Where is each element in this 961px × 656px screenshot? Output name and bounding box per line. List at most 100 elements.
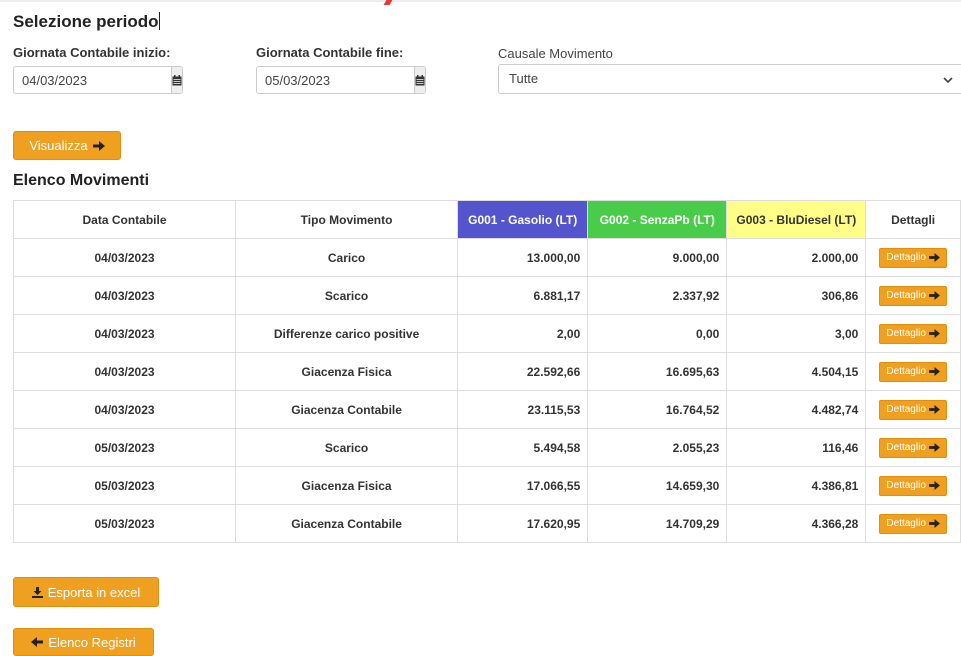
table-row: 04/03/2023 Giacenza Fisica 22.592,66 16.695… (12, 352, 961, 391)
cell-g002: 9.000,00 (587, 238, 728, 277)
elenco-registri-label: Elenco Registri (48, 634, 136, 650)
cell-dettagli: Dettaglio (865, 466, 961, 505)
cell-g002: 16.764,52 (587, 390, 728, 429)
cell-tipo: Giacenza Contabile (235, 504, 459, 543)
dettaglio-label: Dettaglio (886, 518, 926, 529)
calendar-icon (415, 74, 425, 85)
cell-g003: 306,86 (726, 276, 867, 315)
cell-g001: 13.000,00 (457, 238, 589, 277)
cell-tipo: Giacenza Fisica (235, 352, 459, 391)
table-row: 04/03/2023 Differenze carico positive 2,00… (12, 314, 961, 353)
dettaglio-label: Dettaglio (886, 252, 926, 263)
cell-dettagli: Dettaglio (865, 390, 961, 429)
cell-g003: 4.504,15 (726, 352, 867, 391)
dettaglio-label: Dettaglio (886, 366, 926, 377)
cell-data: 05/03/2023 (12, 504, 237, 543)
cell-g002: 2.055,23 (587, 428, 728, 467)
export-excel-label: Esporta in excel (47, 584, 141, 600)
causale-select[interactable]: Tutte (498, 64, 961, 94)
cell-tipo: Scarico (235, 428, 459, 467)
cell-dettagli: Dettaglio (865, 314, 961, 353)
dettaglio-button[interactable]: Dettaglio (879, 361, 947, 382)
table-body: 04/03/2023 Carico 13.000,00 9.000,00 2.000,0… (12, 238, 961, 543)
dettaglio-label: Dettaglio (886, 290, 926, 301)
dettaglio-label: Dettaglio (886, 480, 926, 491)
cell-dettagli: Dettaglio (865, 428, 961, 467)
arrow-left-icon (31, 637, 44, 647)
cell-g001: 22.592,66 (457, 352, 589, 391)
top-accent-mark (383, 0, 393, 5)
table-row: 04/03/2023 Giacenza Contabile 23.115,53 16.… (12, 390, 961, 429)
start-date-input[interactable] (14, 67, 171, 93)
cell-g002: 14.659,30 (587, 466, 728, 505)
elenco-registri-button[interactable]: Elenco Registri (13, 628, 154, 656)
dettaglio-button[interactable]: Dettaglio (879, 475, 947, 496)
col-header-tipo: Tipo Movimento (235, 200, 459, 239)
cell-data: 05/03/2023 (12, 428, 237, 467)
col-header-data: Data Contabile (12, 200, 237, 239)
table-row: 04/03/2023 Carico 13.000,00 9.000,00 2.000,0… (12, 238, 961, 277)
dettaglio-label: Dettaglio (886, 328, 926, 339)
table-header-row: Data Contabile Tipo Movimento G001 - Gas… (12, 200, 961, 239)
calendar-icon (172, 74, 182, 85)
visualizza-button[interactable]: Visualizza (13, 131, 121, 160)
dettaglio-label: Dettaglio (886, 404, 926, 415)
arrow-right-icon (928, 519, 940, 528)
end-date-label: Giornata Contabile fine: (256, 45, 404, 60)
start-date-label: Giornata Contabile inizio: (13, 45, 171, 60)
list-title: Elenco Movimenti (13, 172, 150, 189)
cell-g002: 0,00 (587, 314, 728, 353)
cell-data: 05/03/2023 (12, 466, 237, 505)
col-header-g002: G002 - SenzaPb (LT) (587, 200, 728, 239)
cell-dettagli: Dettaglio (865, 276, 961, 315)
table-row: 04/03/2023 Scarico 6.881,17 2.337,92 306,86 D… (12, 276, 961, 315)
table-row: 05/03/2023 Giacenza Contabile 17.620,95 14.… (12, 504, 961, 543)
cell-g001: 17.066,55 (457, 466, 589, 505)
cell-g001: 6.881,17 (457, 276, 589, 315)
dettaglio-button[interactable]: Dettaglio (879, 323, 947, 344)
dettaglio-button[interactable]: Dettaglio (879, 285, 947, 306)
cell-tipo: Differenze carico positive (235, 314, 459, 353)
cell-tipo: Scarico (235, 276, 459, 315)
cell-g003: 4.366,28 (726, 504, 867, 543)
dettaglio-button[interactable]: Dettaglio (879, 437, 947, 458)
col-header-g003: G003 - BluDiesel (LT) (726, 200, 867, 239)
cell-data: 04/03/2023 (12, 238, 237, 277)
cell-data: 04/03/2023 (12, 276, 237, 315)
cell-tipo: Giacenza Contabile (235, 390, 459, 429)
movements-table: Data Contabile Tipo Movimento G001 - Gas… (12, 200, 961, 543)
cell-data: 04/03/2023 (12, 352, 237, 391)
chevron-down-icon (943, 73, 953, 87)
start-date-group (13, 66, 183, 94)
cell-g003: 4.386,81 (726, 466, 867, 505)
end-date-calendar-button[interactable] (414, 67, 425, 93)
cell-g002: 2.337,92 (587, 276, 728, 315)
arrow-right-icon (928, 405, 940, 414)
table-row: 05/03/2023 Giacenza Fisica 17.066,55 14.659… (12, 466, 961, 505)
cell-g003: 116,46 (726, 428, 867, 467)
export-excel-button[interactable]: Esporta in excel (13, 577, 159, 607)
download-icon (31, 586, 43, 598)
cell-g003: 3,00 (726, 314, 867, 353)
arrow-right-icon (928, 253, 940, 262)
arrow-right-icon (928, 367, 940, 376)
causale-selected-value: Tutte (509, 71, 539, 86)
dettaglio-button[interactable]: Dettaglio (879, 247, 947, 268)
dettaglio-button[interactable]: Dettaglio (879, 399, 947, 420)
start-date-calendar-button[interactable] (171, 67, 182, 93)
cell-dettagli: Dettaglio (865, 352, 961, 391)
table-row: 05/03/2023 Scarico 5.494,58 2.055,23 116,46 D… (12, 428, 961, 467)
arrow-right-icon (928, 443, 940, 452)
top-border (0, 0, 961, 2)
cell-g002: 14.709,29 (587, 504, 728, 543)
end-date-input[interactable] (257, 67, 414, 93)
col-header-g001: G001 - Gasolio (LT) (457, 200, 589, 239)
col-header-dettagli: Dettagli (865, 200, 961, 239)
arrow-right-icon (92, 140, 105, 151)
dettaglio-button[interactable]: Dettaglio (879, 513, 947, 534)
text-cursor (159, 12, 161, 30)
arrow-right-icon (928, 481, 940, 490)
cell-g003: 4.482,74 (726, 390, 867, 429)
cell-g001: 5.494,58 (457, 428, 589, 467)
arrow-right-icon (928, 291, 940, 300)
